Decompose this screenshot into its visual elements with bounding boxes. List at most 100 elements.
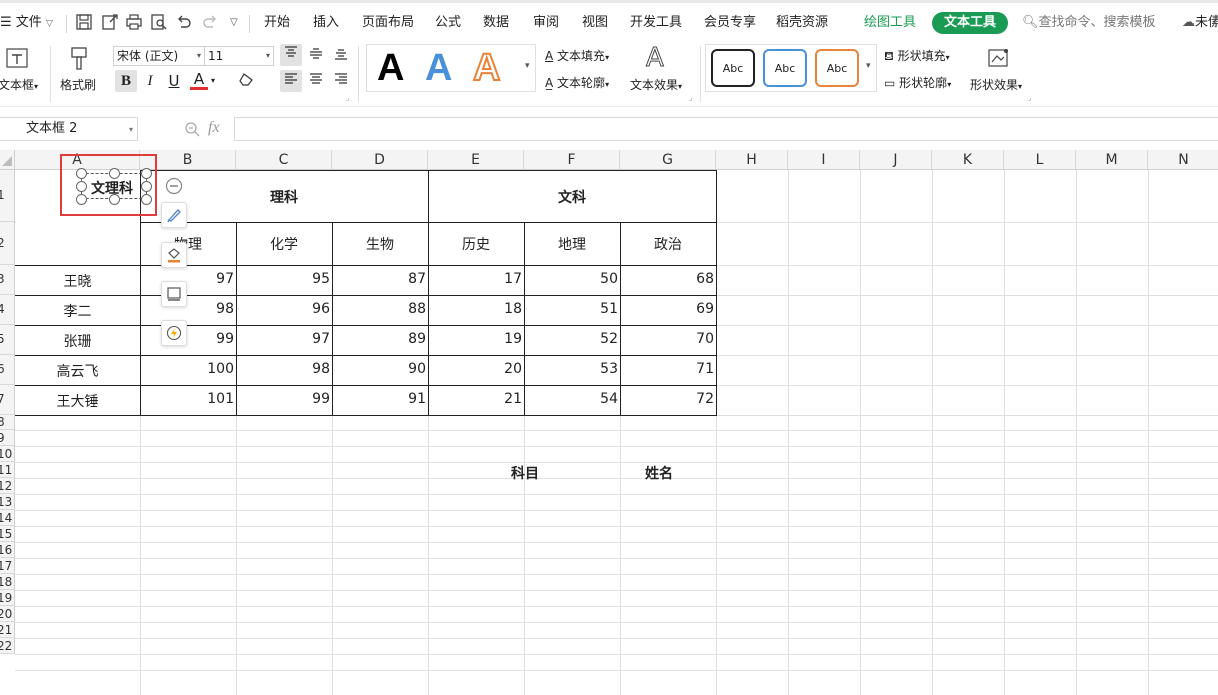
text-style-blue[interactable]: A (425, 48, 452, 88)
row-header-5[interactable]: 5 (0, 325, 15, 355)
column-header-i[interactable]: I (788, 150, 860, 170)
score-cell[interactable]: 68 (620, 271, 716, 287)
chevron-down-icon[interactable]: ▾ (211, 76, 215, 85)
row-header-4[interactable]: 4 (0, 295, 15, 325)
shape-style-orange[interactable]: Abc (815, 49, 859, 87)
bold-button[interactable]: B (115, 70, 137, 92)
tab-review[interactable]: 审阅 (533, 12, 559, 34)
tab-drawing-tools[interactable]: 绘图工具 (864, 12, 916, 34)
column-header-m[interactable]: M (1076, 150, 1148, 170)
tab-data[interactable]: 数据 (483, 12, 509, 34)
resize-handle[interactable] (141, 194, 152, 205)
formula-input[interactable] (234, 117, 1218, 141)
shape-dialog-launcher-icon[interactable]: ⌟ (1028, 94, 1031, 102)
gallery-more-icon[interactable]: ▾ (866, 61, 871, 71)
label-name[interactable]: 姓名 (645, 463, 673, 483)
student-name[interactable]: 高云飞 (15, 361, 140, 381)
tab-formulas[interactable]: 公式 (435, 12, 461, 34)
score-cell[interactable]: 20 (428, 361, 524, 377)
text-style-orange-outline[interactable]: A (472, 47, 501, 89)
row-header-22[interactable]: 22 (0, 638, 15, 654)
align-bottom-button[interactable] (330, 44, 352, 66)
resize-handle[interactable] (76, 181, 87, 192)
score-cell[interactable]: 53 (524, 361, 620, 377)
shape-effect-button[interactable]: 形状效果▾ (970, 44, 1030, 102)
score-cell[interactable]: 99 (236, 391, 332, 407)
tab-docer-resources[interactable]: 稻壳资源 (776, 12, 828, 34)
column-header-n[interactable]: N (1148, 150, 1218, 170)
score-cell[interactable]: 18 (428, 301, 524, 317)
score-cell[interactable]: 89 (332, 331, 428, 347)
command-search[interactable]: 🔍︎查找命令、搜索模板 (1022, 12, 1156, 34)
format-painter-button[interactable]: 格式刷 (60, 44, 100, 102)
row-header-18[interactable]: 18 (0, 574, 15, 590)
score-cell[interactable]: 98 (236, 361, 332, 377)
fx-icon[interactable]: fx (208, 119, 220, 137)
font-dialog-launcher-icon[interactable]: ⌟ (346, 94, 349, 102)
export-icon[interactable] (101, 13, 119, 31)
text-fill-button[interactable]: A 文本填充▾ (545, 47, 609, 64)
score-cell[interactable]: 99 (140, 331, 236, 347)
score-cell[interactable]: 87 (332, 271, 428, 287)
score-cell[interactable]: 51 (524, 301, 620, 317)
row-header-15[interactable]: 15 (0, 526, 15, 542)
row-header-9[interactable]: 9 (0, 430, 15, 446)
subject-header[interactable]: 历史 (428, 234, 524, 254)
subject-header[interactable]: 化学 (236, 234, 332, 254)
score-cell[interactable]: 21 (428, 391, 524, 407)
resize-handle[interactable] (109, 194, 120, 205)
shape-fill-button[interactable]: ⛾ 形状填充▾ (884, 47, 950, 65)
collapse-toolbar-icon[interactable] (165, 177, 183, 195)
column-header-k[interactable]: K (932, 150, 1004, 170)
row-header-7[interactable]: 7 (0, 385, 15, 415)
column-header-e[interactable]: E (428, 150, 524, 170)
underline-button[interactable]: U (163, 70, 185, 92)
score-cell[interactable]: 95 (236, 271, 332, 287)
row-header-16[interactable]: 16 (0, 542, 15, 558)
subject-header[interactable]: 生物 (332, 234, 428, 254)
score-cell[interactable]: 50 (524, 271, 620, 287)
select-all-corner[interactable] (0, 150, 15, 170)
score-cell[interactable]: 54 (524, 391, 620, 407)
quick-access-more-icon[interactable]: ▽ (230, 12, 238, 34)
score-cell[interactable]: 52 (524, 331, 620, 347)
align-middle-button[interactable] (305, 44, 327, 66)
shape-style-blue[interactable]: Abc (763, 49, 807, 87)
score-cell[interactable]: 100 (140, 361, 236, 377)
row-header-6[interactable]: 6 (0, 355, 15, 385)
float-outline-button[interactable] (161, 281, 187, 307)
row-header-10[interactable]: 10 (0, 446, 15, 462)
row-header-13[interactable]: 13 (0, 494, 15, 510)
score-cell[interactable]: 101 (140, 391, 236, 407)
resize-handle[interactable] (109, 168, 120, 179)
column-header-f[interactable]: F (524, 150, 620, 170)
tab-home[interactable]: 开始 (264, 12, 290, 34)
student-name[interactable]: 李二 (15, 301, 140, 321)
score-cell[interactable]: 96 (236, 301, 332, 317)
score-cell[interactable]: 72 (620, 391, 716, 407)
row-header-17[interactable]: 17 (0, 558, 15, 574)
row-header-3[interactable]: 3 (0, 265, 15, 295)
tab-developer[interactable]: 开发工具 (630, 12, 682, 34)
row-header-11[interactable]: 11 (0, 462, 15, 478)
score-cell[interactable]: 90 (332, 361, 428, 377)
column-header-j[interactable]: J (860, 150, 932, 170)
row-header-19[interactable]: 19 (0, 590, 15, 606)
subject-header[interactable]: 物理 (140, 234, 236, 254)
score-cell[interactable]: 88 (332, 301, 428, 317)
shape-style-black[interactable]: Abc (711, 49, 755, 87)
group-header-arts[interactable]: 文科 (428, 187, 716, 207)
score-cell[interactable]: 71 (620, 361, 716, 377)
tab-member[interactable]: 会员专享 (704, 12, 756, 34)
score-cell[interactable]: 70 (620, 331, 716, 347)
label-subject[interactable]: 科目 (511, 463, 539, 483)
align-center-button[interactable] (305, 70, 327, 92)
row-header-8[interactable]: 8 (0, 415, 15, 430)
text-dialog-launcher-icon[interactable]: ⌟ (689, 94, 692, 102)
gallery-more-icon[interactable]: ▾ (525, 61, 530, 71)
float-style-button[interactable] (161, 202, 187, 228)
align-left-button[interactable] (280, 70, 302, 92)
score-cell[interactable]: 17 (428, 271, 524, 287)
float-fill-button[interactable] (161, 242, 187, 268)
resize-handle[interactable] (76, 194, 87, 205)
